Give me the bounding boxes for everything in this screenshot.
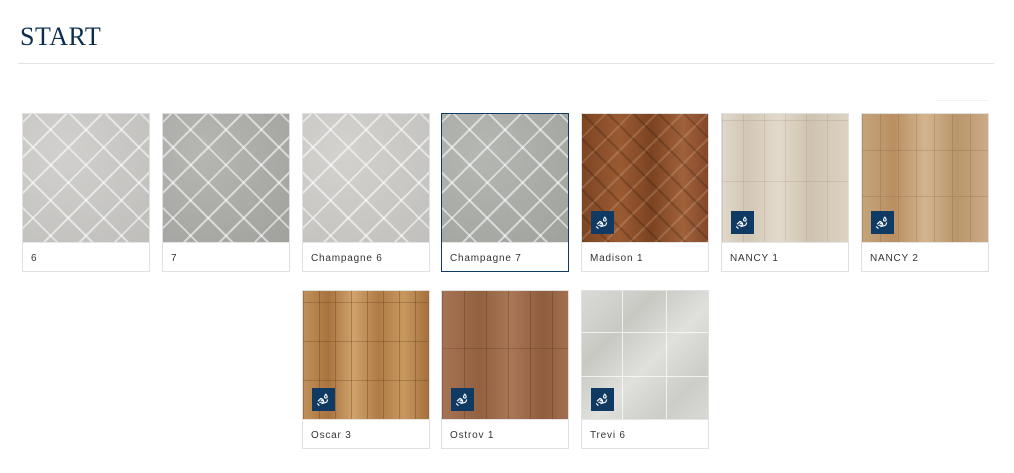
product-label: Madison 1 xyxy=(590,253,644,264)
product-card[interactable]: Champagne 6 xyxy=(302,113,430,272)
card-divider xyxy=(163,242,289,243)
product-label: Champagne 7 xyxy=(450,253,522,264)
product-card[interactable]: Ostrov 1 xyxy=(441,290,569,449)
hand-drop-icon xyxy=(871,211,894,234)
product-label: 7 xyxy=(171,253,178,264)
card-divider xyxy=(442,242,568,243)
title-divider xyxy=(18,63,994,64)
product-label: Champagne 6 xyxy=(311,253,383,264)
product-label: Ostrov 1 xyxy=(450,430,495,441)
product-card[interactable]: Madison 1 xyxy=(581,113,709,272)
product-card[interactable]: NANCY 2 xyxy=(861,113,989,272)
card-divider xyxy=(722,242,848,243)
card-divider xyxy=(303,419,429,420)
hand-drop-icon xyxy=(312,388,335,411)
faint-divider xyxy=(936,100,988,101)
page-title: START xyxy=(20,22,102,51)
product-label: Oscar 3 xyxy=(311,430,352,441)
product-card[interactable]: 7 xyxy=(162,113,290,272)
product-card[interactable]: Trevi 6 xyxy=(581,290,709,449)
card-divider xyxy=(303,242,429,243)
hand-drop-icon xyxy=(591,388,614,411)
product-label: NANCY 2 xyxy=(870,253,919,264)
hand-drop-icon xyxy=(591,211,614,234)
product-card[interactable]: 6 xyxy=(22,113,150,272)
card-divider xyxy=(442,419,568,420)
product-label: Trevi 6 xyxy=(590,430,626,441)
product-card[interactable]: NANCY 1 xyxy=(721,113,849,272)
hand-drop-icon xyxy=(451,388,474,411)
product-swatch xyxy=(442,114,568,242)
product-label: 6 xyxy=(31,253,38,264)
card-divider xyxy=(582,419,708,420)
product-swatch xyxy=(163,114,289,242)
card-divider xyxy=(23,242,149,243)
hand-drop-icon xyxy=(731,211,754,234)
product-card[interactable]: Oscar 3 xyxy=(302,290,430,449)
product-label: NANCY 1 xyxy=(730,253,779,264)
card-divider xyxy=(582,242,708,243)
card-divider xyxy=(862,242,988,243)
product-swatch xyxy=(23,114,149,242)
product-swatch xyxy=(303,114,429,242)
product-card[interactable]: Champagne 7 xyxy=(441,113,569,272)
